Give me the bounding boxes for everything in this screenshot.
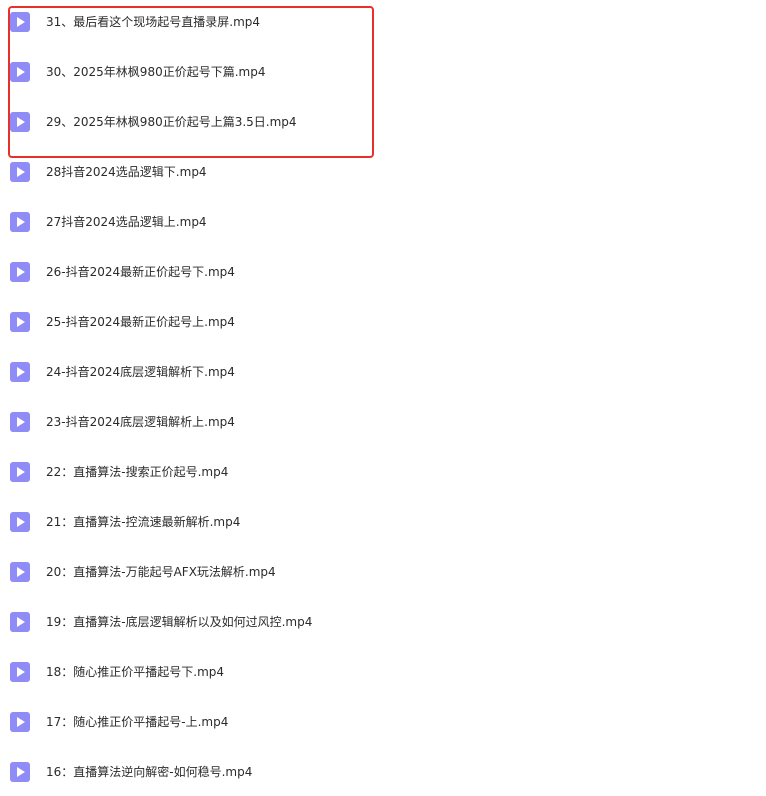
video-file-icon (10, 62, 30, 82)
file-row[interactable]: 28抖音2024选品逻辑下.mp4 (0, 152, 766, 192)
video-file-icon (10, 612, 30, 632)
video-file-icon (10, 312, 30, 332)
video-file-icon (10, 512, 30, 532)
video-file-icon (10, 262, 30, 282)
file-row[interactable]: 26-抖音2024最新正价起号下.mp4 (0, 252, 766, 292)
file-row[interactable]: 22：直播算法-搜索正价起号.mp4 (0, 452, 766, 492)
file-list: 31、最后看这个现场起号直播录屏.mp4 30、2025年林枫980正价起号下篇.… (0, 0, 766, 796)
file-row[interactable]: 25-抖音2024最新正价起号上.mp4 (0, 302, 766, 342)
video-file-icon (10, 762, 30, 782)
file-name: 28抖音2024选品逻辑下.mp4 (46, 165, 207, 179)
file-row[interactable]: 27抖音2024选品逻辑上.mp4 (0, 202, 766, 242)
file-row[interactable]: 17：随心推正价平播起号-上.mp4 (0, 702, 766, 742)
file-row[interactable]: 29、2025年林枫980正价起号上篇3.5日.mp4 (0, 102, 766, 142)
file-name: 30、2025年林枫980正价起号下篇.mp4 (46, 65, 266, 79)
file-row[interactable]: 30、2025年林枫980正价起号下篇.mp4 (0, 52, 766, 92)
file-row[interactable]: 18：随心推正价平播起号下.mp4 (0, 652, 766, 692)
file-row[interactable]: 19：直播算法-底层逻辑解析以及如何过风控.mp4 (0, 602, 766, 642)
file-row[interactable]: 20：直播算法-万能起号AFX玩法解析.mp4 (0, 552, 766, 592)
file-row[interactable]: 16：直播算法逆向解密-如何稳号.mp4 (0, 752, 766, 792)
video-file-icon (10, 212, 30, 232)
video-file-icon (10, 112, 30, 132)
file-name: 25-抖音2024最新正价起号上.mp4 (46, 315, 235, 329)
file-row[interactable]: 21：直播算法-控流速最新解析.mp4 (0, 502, 766, 542)
file-name: 22：直播算法-搜索正价起号.mp4 (46, 465, 229, 479)
file-name: 17：随心推正价平播起号-上.mp4 (46, 715, 229, 729)
video-file-icon (10, 562, 30, 582)
video-file-icon (10, 12, 30, 32)
file-name: 26-抖音2024最新正价起号下.mp4 (46, 265, 235, 279)
video-file-icon (10, 162, 30, 182)
file-row[interactable]: 23-抖音2024底层逻辑解析上.mp4 (0, 402, 766, 442)
file-name: 19：直播算法-底层逻辑解析以及如何过风控.mp4 (46, 615, 313, 629)
video-file-icon (10, 662, 30, 682)
file-name: 16：直播算法逆向解密-如何稳号.mp4 (46, 765, 253, 779)
file-name: 27抖音2024选品逻辑上.mp4 (46, 215, 207, 229)
video-file-icon (10, 462, 30, 482)
file-name: 24-抖音2024底层逻辑解析下.mp4 (46, 365, 235, 379)
file-name: 18：随心推正价平播起号下.mp4 (46, 665, 225, 679)
file-name: 23-抖音2024底层逻辑解析上.mp4 (46, 415, 235, 429)
file-name: 29、2025年林枫980正价起号上篇3.5日.mp4 (46, 115, 297, 129)
file-name: 20：直播算法-万能起号AFX玩法解析.mp4 (46, 565, 276, 579)
file-row[interactable]: 31、最后看这个现场起号直播录屏.mp4 (0, 2, 766, 42)
file-row[interactable]: 24-抖音2024底层逻辑解析下.mp4 (0, 352, 766, 392)
video-file-icon (10, 712, 30, 732)
video-file-icon (10, 412, 30, 432)
video-file-icon (10, 362, 30, 382)
file-name: 31、最后看这个现场起号直播录屏.mp4 (46, 15, 261, 29)
file-name: 21：直播算法-控流速最新解析.mp4 (46, 515, 241, 529)
